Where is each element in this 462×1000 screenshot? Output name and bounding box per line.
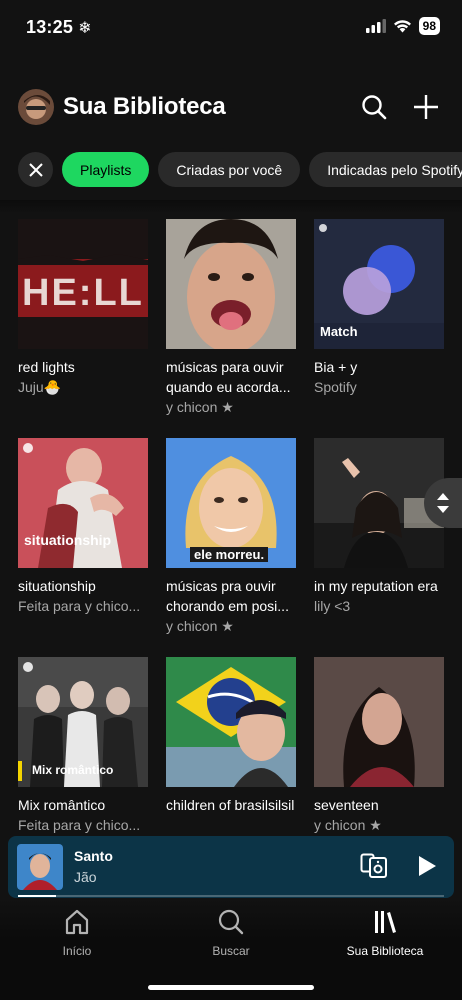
- playlist-cover: [314, 657, 444, 787]
- close-icon: [28, 162, 43, 177]
- home-indicator: [148, 985, 314, 990]
- header-divider: [0, 200, 462, 214]
- clear-filter-button[interactable]: [18, 152, 53, 187]
- playlist-title: Mix romântico: [18, 797, 106, 813]
- spotify-logo-icon: [23, 443, 33, 453]
- home-icon: [65, 909, 89, 935]
- nav-home-label: Início: [62, 944, 92, 958]
- playlist-cover: ele morreu.: [166, 438, 296, 568]
- wifi-icon: [393, 20, 411, 33]
- cover-label: situationship: [24, 532, 112, 548]
- playlist-subtitle: Feita para y chico...: [18, 598, 141, 614]
- status-bar: 13:25 ❄ 98: [0, 0, 462, 56]
- nav-search-label: Buscar: [212, 944, 250, 958]
- now-playing-cover: [17, 844, 63, 890]
- bottom-nav: Início Buscar Sua Biblioteca: [0, 908, 462, 968]
- playlist-cover: Mix romântico: [18, 657, 148, 787]
- playlist-subtitle: Juju🐣: [18, 379, 62, 395]
- playlist-title: red lights: [18, 359, 75, 375]
- playlist-tile[interactable]: músicas para ouvir quando eu acorda... y…: [166, 219, 296, 438]
- now-playing-artist: Jão: [74, 869, 97, 885]
- playlist-title: Bia + y: [314, 359, 358, 375]
- playback-progress: [18, 895, 444, 897]
- svg-text:HE:LL: HE:LL: [22, 272, 144, 314]
- signal-icon: [365, 19, 386, 33]
- connect-device-icon[interactable]: [360, 853, 388, 884]
- page-title: Sua Biblioteca: [63, 93, 226, 120]
- playlist-subtitle: y chicon ★: [166, 399, 234, 415]
- avatar[interactable]: [18, 89, 54, 125]
- chip-created-by-you[interactable]: Criadas por você: [158, 152, 301, 187]
- library-header: Sua Biblioteca: [18, 86, 444, 128]
- playlist-tile[interactable]: HE:LL red lights Juju🐣: [18, 219, 148, 438]
- scroll-arrows-icon: [437, 493, 449, 513]
- playback-progress-fill: [18, 895, 57, 897]
- cover-label: Match: [320, 324, 358, 339]
- playlist-title: children of brasilsilsil: [166, 797, 295, 813]
- spotify-logo-icon: [23, 662, 33, 672]
- nav-library-label: Sua Biblioteca: [346, 944, 424, 958]
- library-icon: [375, 911, 396, 933]
- play-button[interactable]: [416, 854, 438, 883]
- playlist-tile[interactable]: ele morreu. músicas pra ouvir chorando e…: [166, 438, 296, 657]
- playlist-title: situationship: [18, 578, 96, 594]
- search-icon: [218, 909, 244, 935]
- playlist-subtitle: Feita para y chico...: [18, 817, 141, 833]
- chip-playlists[interactable]: Playlists: [62, 152, 150, 187]
- playlist-cover: HE:LL: [18, 219, 148, 349]
- status-time: 13:25 ❄: [26, 17, 92, 37]
- playlist-cover: [166, 219, 296, 349]
- mini-player[interactable]: Santo Jão: [8, 836, 454, 898]
- chip-by-spotify[interactable]: Indicadas pelo Spotify: [309, 152, 462, 187]
- cover-label: Mix romântico: [32, 763, 114, 777]
- cover-label: ele morreu.: [190, 547, 269, 562]
- playlist-subtitle: y chicon ★: [314, 817, 382, 833]
- playlist-grid: HE:LL red lights Juju🐣 músicas para ouvi…: [18, 219, 444, 876]
- nav-library[interactable]: Sua Biblioteca: [308, 908, 462, 968]
- filter-chips: Playlists Criadas por você Indicadas pel…: [18, 152, 462, 188]
- playlist-title: músicas para ouvir quando eu acorda...: [166, 359, 291, 395]
- playlist-cover: [166, 657, 296, 787]
- nav-home[interactable]: Início: [0, 908, 154, 968]
- playlist-tile[interactable]: situationship situationship Feita para y…: [18, 438, 148, 657]
- playlist-title: seventeen: [314, 797, 379, 813]
- play-icon: [419, 856, 436, 876]
- battery-indicator: 98: [418, 17, 440, 35]
- playlist-subtitle: y chicon ★: [166, 618, 234, 634]
- plus-icon[interactable]: [408, 89, 444, 125]
- nav-search[interactable]: Buscar: [154, 908, 308, 968]
- status-icons: 98: [365, 17, 440, 35]
- playlist-tile[interactable]: in my reputation era lily <3: [314, 438, 444, 657]
- playlist-title: músicas pra ouvir chorando em posi...: [166, 578, 289, 614]
- playlist-title: in my reputation era: [314, 578, 438, 594]
- playlist-subtitle: lily <3: [314, 598, 351, 614]
- now-playing-title: Santo: [74, 848, 113, 864]
- search-icon[interactable]: [356, 89, 392, 125]
- playlist-tile[interactable]: Match Bia + y Spotify: [314, 219, 444, 438]
- playlist-cover: Match: [314, 219, 444, 349]
- playlist-subtitle: Spotify: [314, 379, 357, 395]
- playlist-cover: situationship: [18, 438, 148, 568]
- snowflake-icon: ❄: [78, 20, 92, 37]
